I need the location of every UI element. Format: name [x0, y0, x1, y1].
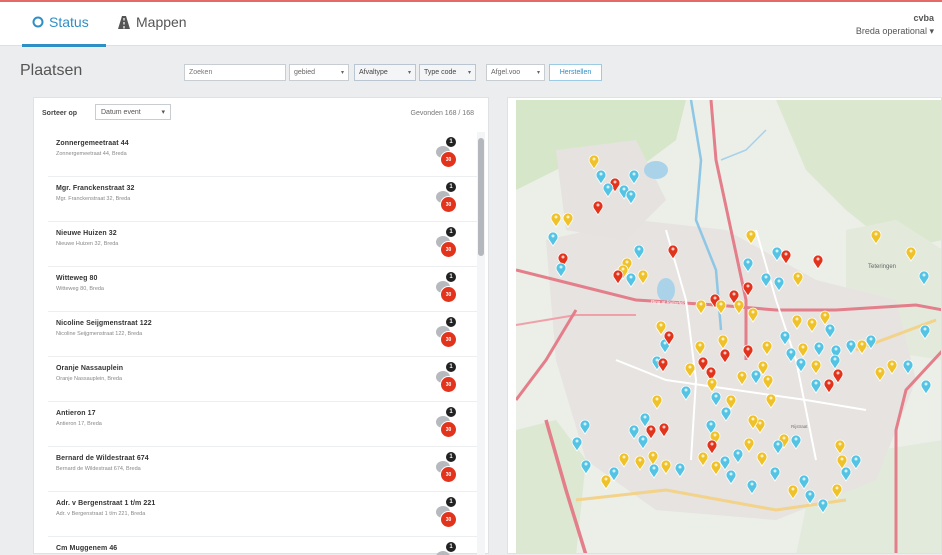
alert-count-badge: 1	[446, 542, 456, 552]
filter-bar: Plaatsen gebied▾ Afvaltype▾ Type code▾ A…	[0, 47, 942, 97]
list-item[interactable]: Nicoline Seijgmenstraat 122 Nicoline Seij…	[48, 312, 477, 357]
list-item-title: Bernard de Wildestraat 674	[56, 455, 149, 462]
alert-count-badge: 1	[446, 317, 456, 327]
list-item-address: Witteweg 80, Breda	[56, 286, 104, 292]
page-title: Plaatsen	[20, 62, 83, 79]
road-icon	[118, 15, 130, 29]
list-scrollbar[interactable]	[477, 132, 485, 555]
chevron-down-icon: ▾	[407, 70, 411, 76]
status-badges: 130	[434, 136, 464, 172]
status-badges: 130	[434, 316, 464, 352]
list-item-title: Witteweg 80	[56, 275, 98, 282]
fill-level-badge: 30	[440, 286, 457, 303]
alert-count-badge: 1	[446, 182, 456, 192]
list-item-title: Mgr. Franckenstraat 32	[56, 185, 135, 192]
locations-list-panel: Sorteer op Datum event ▾ Gevonden 168 / 1…	[33, 97, 489, 555]
tab-mappen-label: Mappen	[136, 14, 187, 30]
status-badges: 130	[434, 496, 464, 532]
sort-bar: Sorteer op Datum event ▾ Gevonden 168 / 1…	[34, 98, 488, 128]
user-role: Breda operational ▾	[855, 26, 934, 36]
fill-level-badge: 30	[440, 151, 457, 168]
user-menu[interactable]: cvba Breda operational ▾	[856, 12, 934, 38]
locations-list: Zonnergemeetraat 44 Zonnergemeetraat 44, …	[48, 132, 477, 555]
chevron-down-icon: ▾	[161, 109, 165, 116]
list-item-title: Zonnergemeetraat 44	[56, 140, 129, 147]
list-item-title: Adr. v Bergenstraat 1 t/m 221	[56, 500, 156, 507]
chevron-down-icon: ▾	[467, 70, 471, 76]
lake	[644, 161, 668, 179]
fill-level-badge: 30	[440, 376, 457, 393]
status-badges: 130	[434, 406, 464, 442]
search-input[interactable]	[184, 64, 286, 81]
reset-button[interactable]: Herstellen	[549, 64, 602, 81]
list-item-title: Nicoline Seijgmenstraat 122	[56, 320, 152, 327]
list-item[interactable]: Nieuwe Huizen 32 Nieuwe Huizen 32, Breda 1…	[48, 222, 477, 267]
list-item-address: Antieron 17, Breda	[56, 421, 102, 427]
map[interactable]: Teteringen Ring at Ruiterfeld Rijstraat	[514, 99, 942, 554]
fill-level-badge: 30	[440, 421, 457, 438]
user-name: cvba	[913, 13, 934, 23]
list-item[interactable]: Zonnergemeetraat 44 Zonnergemeetraat 44, …	[48, 132, 477, 177]
fill-level-badge: 30	[440, 511, 457, 528]
gebied-select[interactable]: gebied ▾	[289, 64, 349, 81]
scrollbar-thumb[interactable]	[478, 138, 484, 256]
list-item-title: Nieuwe Huizen 32	[56, 230, 117, 237]
afvaltype-dropdown[interactable]: Afvaltype ▾	[354, 64, 416, 81]
alert-count-badge: 1	[446, 452, 456, 462]
list-item[interactable]: Cm Muggenem 46Cm Muggenem 46, Breda130	[48, 537, 477, 555]
sort-label: Sorteer op	[42, 110, 78, 117]
list-item-address: Bernard de Wildestraat 674, Breda	[56, 466, 141, 472]
tab-mappen[interactable]: Mappen	[117, 14, 187, 30]
map-panel: Teteringen Ring at Ruiterfeld Rijstraat	[507, 97, 942, 554]
chevron-down-icon: ▾	[929, 26, 934, 36]
list-item[interactable]: Bernard de Wildestraat 674 Bernard de Wil…	[48, 447, 477, 492]
list-item[interactable]: Adr. v Bergenstraat 1 t/m 221 Adr. v Berg…	[48, 492, 477, 537]
list-item-title: Oranje Nassauplein	[56, 365, 124, 372]
fill-level-badge: 30	[440, 241, 457, 258]
container-icon	[436, 551, 450, 555]
result-count: Gevonden 168 / 168	[410, 110, 474, 117]
map-label-teteringen: Teteringen	[868, 264, 896, 270]
list-item-address: Oranje Nassauplein, Breda	[56, 376, 123, 382]
sort-select[interactable]: Datum event ▾	[95, 104, 171, 120]
list-item[interactable]: Witteweg 80 Witteweg 80, Breda 1 30	[48, 267, 477, 312]
alert-count-badge: 1	[446, 497, 456, 507]
lake	[657, 278, 675, 302]
fill-level-badge: 30	[440, 196, 457, 213]
status-badges: 130	[434, 271, 464, 307]
list-item-address: Mgr. Franckenstraat 32, Breda	[56, 196, 131, 202]
fill-level-badge: 30	[440, 331, 457, 348]
alert-count-badge: 1	[446, 272, 456, 282]
list-item[interactable]: Antieron 17 Antieron 17, Breda 1 30	[48, 402, 477, 447]
typecode-dropdown[interactable]: Type code ▾	[419, 64, 476, 81]
status-badges: 130	[434, 541, 464, 555]
status-badges: 130	[434, 226, 464, 262]
list-item-title: Antieron 17	[56, 410, 96, 417]
map-canvas[interactable]: Teteringen Ring at Ruiterfeld Rijstraat	[514, 99, 942, 554]
status-badges: 130	[434, 451, 464, 487]
chevron-down-icon: ▾	[340, 70, 344, 76]
alert-count-badge: 1	[446, 407, 456, 417]
chevron-down-icon: ▾	[536, 70, 540, 76]
alert-count-badge: 1	[446, 227, 456, 237]
list-item-address: Nieuwe Huizen 32, Breda	[56, 241, 119, 247]
list-item-address: Zonnergemeetraat 44, Breda	[56, 151, 127, 157]
top-navigation-bar: Status Mappen cvba Breda operational ▾	[0, 0, 942, 47]
circle-icon	[32, 16, 44, 28]
list-item-address: Nicoline Seijgmenstraat 122, Breda	[56, 331, 143, 337]
list-item[interactable]: Oranje Nassauplein Oranje Nassauplein, Br…	[48, 357, 477, 402]
afgelezen-select[interactable]: Afgel.voo ▾	[486, 64, 545, 81]
alert-count-badge: 1	[446, 137, 456, 147]
road-label: Rijstraat	[791, 424, 808, 429]
fill-level-badge: 30	[440, 466, 457, 483]
list-item-address: Adr. v Bergenstraat 1 t/m 221, Breda	[56, 511, 146, 517]
alert-count-badge: 1	[446, 362, 456, 372]
status-badges: 130	[434, 181, 464, 217]
status-badges: 130	[434, 361, 464, 397]
tab-status[interactable]: Status	[32, 14, 89, 30]
tab-status-label: Status	[49, 14, 89, 30]
list-item[interactable]: Mgr. Franckenstraat 32 Mgr. Franckenstraa…	[48, 177, 477, 222]
list-item-title: Cm Muggenem 46	[56, 545, 118, 552]
